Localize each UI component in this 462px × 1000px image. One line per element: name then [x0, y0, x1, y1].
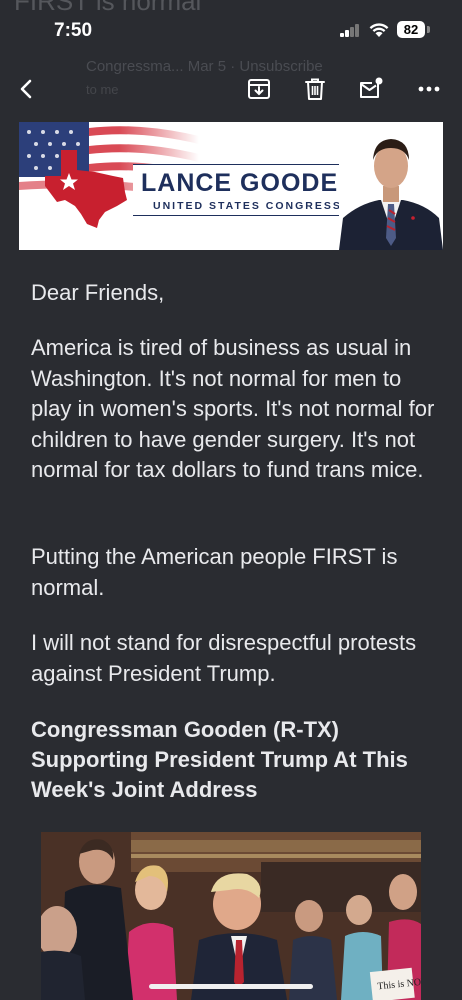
cellular-signal-icon: [340, 23, 362, 37]
section-heading: Congressman Gooden (R-TX) Supporting Pre…: [31, 717, 408, 802]
email-toolbar: Congressma... Mar 5 · Unsubscribe to me: [0, 56, 462, 122]
greeting-text: Dear Friends,: [31, 280, 165, 305]
archive-icon[interactable]: [246, 76, 272, 102]
scrolled-recipient-ghost: to me: [86, 82, 119, 97]
congressman-banner: LANCE GOODEN UNITED STATES CONGRESSMAN: [19, 122, 443, 250]
delete-icon[interactable]: [302, 76, 328, 102]
banner-name: LANCE GOODEN: [141, 169, 358, 197]
congressman-portrait: [339, 122, 443, 250]
joint-address-photo-scene: This is NOT: [41, 832, 421, 1000]
status-time: 7:50: [54, 20, 93, 41]
home-indicator[interactable]: [149, 984, 313, 989]
body-paragraph-3: I will not stand for disrespectful prote…: [31, 630, 417, 686]
body-paragraph-1: America is tired of business as usual in…: [31, 335, 435, 482]
battery-icon: 82: [397, 21, 425, 38]
battery-nub: [427, 26, 430, 33]
scrolled-sender-ghost: Congressma... Mar 5 · Unsubscribe: [86, 58, 323, 75]
texas-map-icon: [45, 150, 127, 228]
joint-address-photo: This is NOT: [41, 832, 421, 1000]
more-options-icon[interactable]: [416, 76, 442, 102]
wifi-icon: [369, 23, 389, 37]
status-bar: FIRST is normal 7:50 82: [0, 0, 462, 60]
mark-unread-icon[interactable]: [358, 76, 384, 102]
scrolled-subject-ghost: FIRST is normal: [14, 0, 202, 16]
back-arrow-icon[interactable]: [14, 76, 40, 102]
body-paragraph-2: Putting the American people FIRST is nor…: [31, 544, 398, 600]
